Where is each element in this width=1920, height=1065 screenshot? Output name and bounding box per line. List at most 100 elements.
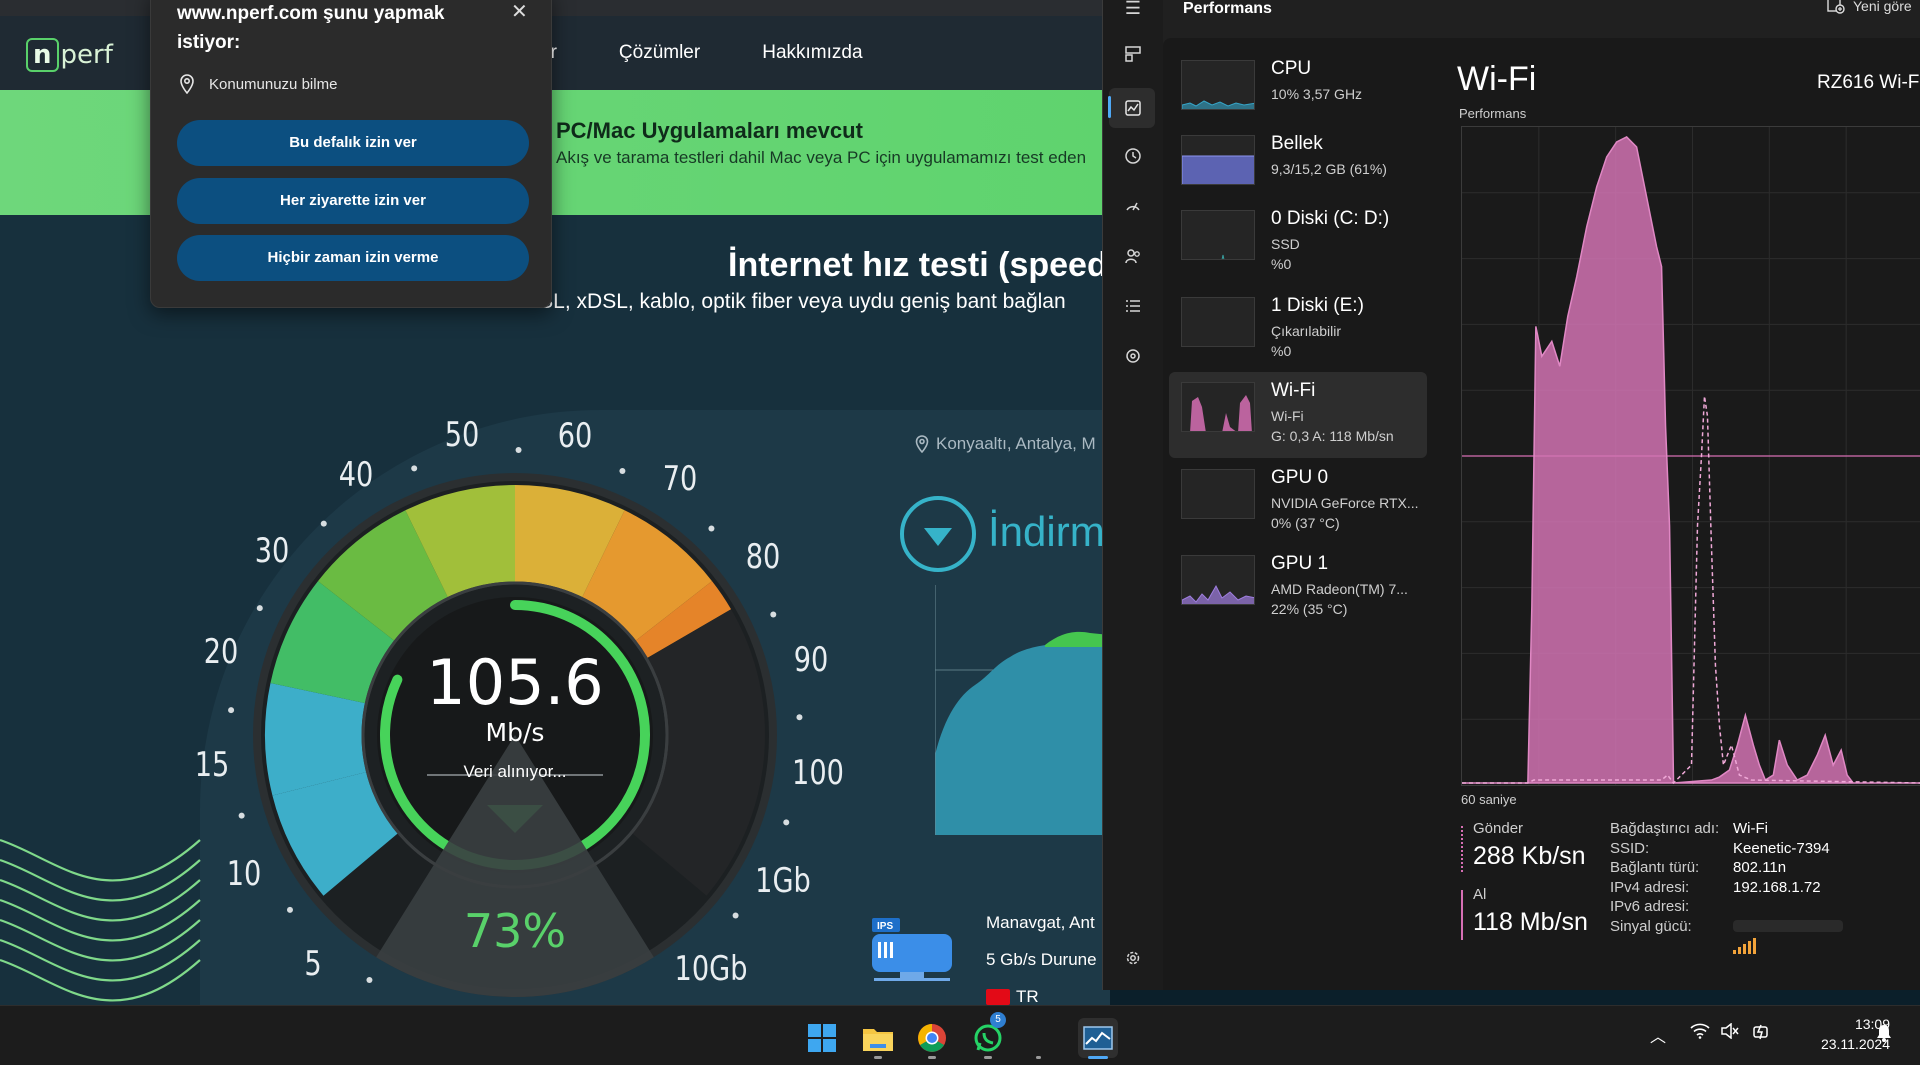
gauge-tick-label: 100: [791, 752, 844, 793]
property-key: Sinyal gücü:: [1610, 918, 1692, 935]
task-manager-nav-rail: ☰: [1103, 0, 1163, 990]
hamburger-menu-icon[interactable]: ☰: [1121, 0, 1145, 20]
chart-label: Performans: [1459, 106, 1527, 121]
run-new-task-button[interactable]: Yeni göre: [1827, 0, 1912, 14]
new-task-icon: [1827, 0, 1845, 14]
property-key: IPv6 adresi:: [1610, 898, 1690, 916]
server-name: Manavgat, Ant: [986, 913, 1095, 932]
gauge-tick-dot: [366, 977, 373, 984]
device-name: 0 Diski (C: D:): [1271, 208, 1390, 229]
device-detail: 10% 3,57 GHz: [1271, 86, 1363, 102]
nav-item-about[interactable]: Hakkımızda: [762, 42, 862, 64]
hidden-app-indicator: [1036, 1056, 1041, 1059]
nperf-logo[interactable]: n perf: [26, 38, 113, 72]
gauge-tick-label: 10: [226, 854, 261, 895]
startup-apps-icon[interactable]: [1121, 194, 1145, 218]
show-hidden-icons-chevron-icon[interactable]: ︿: [1650, 1023, 1666, 1047]
page-subtitle: ADSL, xDSL, kablo, optik fiber veya uydu…: [510, 290, 1066, 313]
device-name: Bellek: [1271, 133, 1323, 154]
device-item[interactable]: 0 Diski (C: D:) SSD %0: [1169, 200, 1427, 286]
logo-text: perf: [60, 40, 113, 70]
nav-item-solutions[interactable]: Çözümler: [619, 42, 700, 64]
send-value: 288 Kb/sn: [1473, 842, 1586, 870]
decorative-waves: [0, 838, 201, 1002]
gauge-tick-dot: [619, 468, 626, 475]
never-allow-button[interactable]: Hiçbir zaman izin verme: [177, 235, 529, 281]
clock-date[interactable]: 23.11.2024: [1790, 1036, 1890, 1052]
property-value: 802.11n: [1733, 859, 1787, 877]
browser-window: n perf ar Çözümler Hakkımızda PC/Mac Uyg…: [0, 0, 1110, 1005]
page-title: İnternet hız testi (speed: [728, 246, 1108, 284]
windows-taskbar: [0, 1005, 1920, 1065]
property-value: Keenetic-7394: [1733, 839, 1830, 857]
notification-bell-icon[interactable]: [1876, 1024, 1892, 1047]
device-usage: %0: [1271, 256, 1292, 272]
device-detail: AMD Radeon(TM) 7...: [1271, 581, 1408, 597]
task-manager-taskbar-icon[interactable]: [1078, 1018, 1118, 1058]
property-key: Bağlantı türü:: [1610, 859, 1700, 877]
receive-value: 118 Mb/sn: [1473, 908, 1588, 936]
device-item[interactable]: GPU 0 NVIDIA GeForce RTX... 0% (37 °C): [1169, 459, 1427, 545]
task-manager-page-title: Performans: [1183, 0, 1272, 17]
windows-start-icon[interactable]: [802, 1018, 842, 1058]
device-item[interactable]: 1 Diski (E:) Çıkarılabilir %0: [1169, 287, 1427, 373]
close-icon[interactable]: ✕: [511, 0, 528, 24]
allow-every-visit-button[interactable]: Her ziyarette izin ver: [177, 178, 529, 224]
gauge-tick-dot: [770, 611, 777, 618]
device-detail: 9,3/15,2 GB (61%): [1271, 161, 1387, 177]
server-speed: 5 Gb/s Durune: [986, 950, 1097, 969]
send-label: Gönder: [1473, 820, 1524, 837]
logo-mark: n: [26, 38, 59, 72]
property-key: SSID:: [1610, 839, 1650, 857]
users-icon[interactable]: [1121, 244, 1145, 268]
screen: n perf ar Çözümler Hakkımızda PC/Mac Uyg…: [0, 0, 1920, 1065]
performance-icon[interactable]: [1121, 96, 1145, 120]
processes-icon[interactable]: [1121, 42, 1145, 66]
settings-gear-icon[interactable]: [1121, 946, 1145, 970]
device-mini-graph: [1181, 210, 1255, 260]
server-icon: IPS: [872, 918, 952, 981]
signal-strength-icon: [1733, 936, 1756, 954]
device-item[interactable]: GPU 1 AMD Radeon(TM) 7... 22% (35 °C): [1169, 545, 1427, 631]
gauge-tick-dot: [796, 714, 803, 721]
active-tab-indicator: [1108, 96, 1111, 118]
volume-muted-icon[interactable]: [1720, 1022, 1740, 1044]
test-status: Veri alınıyor...: [463, 762, 567, 781]
gauge-tick-label: 10Gb: [674, 948, 748, 989]
device-detail: SSD: [1271, 236, 1300, 252]
server-country: TR: [986, 987, 1039, 1005]
device-name: Wi-Fi: [1271, 380, 1316, 401]
file-explorer-icon[interactable]: [858, 1018, 898, 1058]
gauge-tick-label: 30: [254, 530, 290, 571]
device-item[interactable]: Wi-Fi Wi-Fi G: 0,3 A: 118 Mb/sn: [1169, 372, 1427, 458]
allow-once-button[interactable]: Bu defalık izin ver: [177, 120, 529, 166]
gauge-tick-label: 1Gb: [755, 860, 811, 901]
device-usage: G: 0,3 A: 118 Mb/sn: [1271, 428, 1394, 444]
chrome-icon[interactable]: [912, 1018, 952, 1058]
property-key: Bağdaştırıcı adı:: [1610, 820, 1720, 837]
gauge-tick-dot: [411, 465, 418, 472]
gauge-tick-dot: [256, 605, 263, 612]
gauge-tick-dot: [732, 912, 739, 919]
turkey-flag-icon: [986, 989, 1010, 1005]
gauge-tick-dot: [320, 520, 327, 527]
chart-time-label: 60 saniye: [1461, 792, 1517, 807]
app-history-icon[interactable]: [1121, 144, 1145, 168]
battery-charging-icon[interactable]: [1752, 1023, 1772, 1046]
device-mini-graph: [1181, 60, 1255, 110]
receive-label: Al: [1473, 886, 1487, 903]
device-detail: Wi-Fi: [1271, 408, 1304, 424]
device-mini-graph: [1181, 469, 1255, 519]
wifi-tray-icon[interactable]: [1690, 1023, 1710, 1044]
services-icon[interactable]: [1121, 344, 1145, 368]
device-item[interactable]: CPU 10% 3,57 GHz: [1169, 50, 1427, 136]
send-legend-line: [1461, 826, 1464, 872]
gauge-tick-dot: [286, 906, 293, 913]
whatsapp-notification-badge: 5: [990, 1012, 1006, 1028]
details-list-icon[interactable]: [1121, 294, 1145, 318]
gauge-tick-label: 60: [558, 416, 593, 457]
gauge-tick-label: 80: [745, 536, 780, 577]
file-explorer-running-indicator: [874, 1056, 882, 1059]
gauge-tick-dot: [783, 819, 790, 826]
device-item[interactable]: Bellek 9,3/15,2 GB (61%): [1169, 125, 1427, 211]
